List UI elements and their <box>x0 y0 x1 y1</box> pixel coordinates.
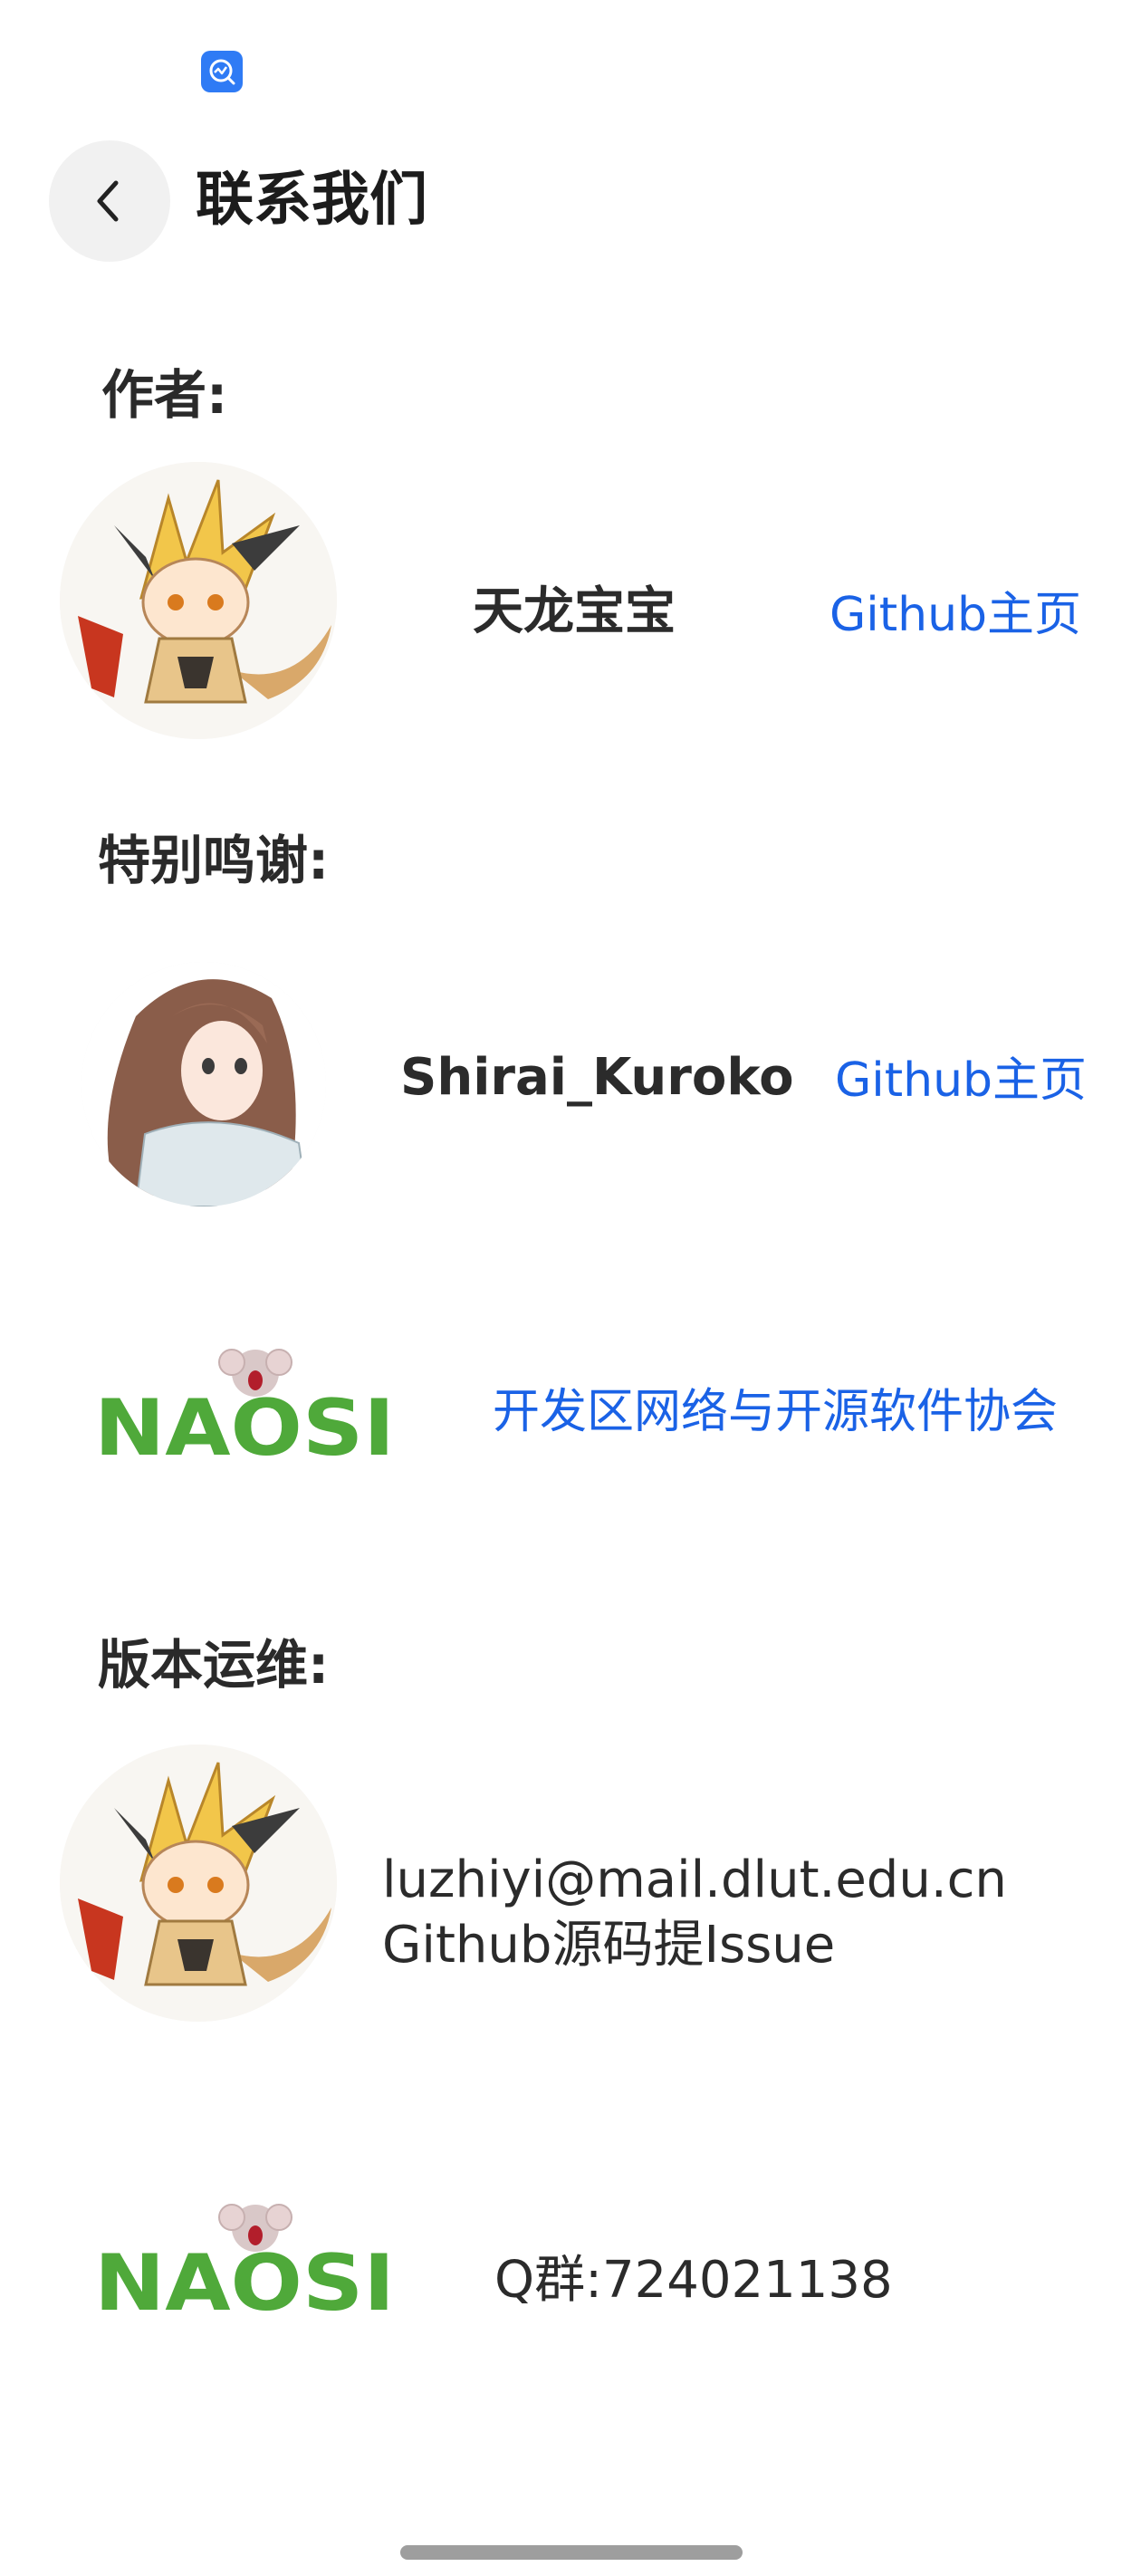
maintainer-email: luzhiyi@mail.dlut.edu.cn <box>382 1850 1007 1909</box>
naosi-logo-2: NAOSI <box>94 2192 402 2329</box>
author-heading: 作者: <box>101 364 228 426</box>
page-title: 联系我们 <box>196 167 427 234</box>
author-avatar <box>60 462 337 739</box>
home-indicator[interactable] <box>400 2545 743 2560</box>
maintenance-heading: 版本运维: <box>98 1634 330 1696</box>
back-button[interactable] <box>49 140 170 262</box>
activity-monitor-icon <box>201 51 243 92</box>
author-github-link[interactable]: Github主页 <box>829 583 1081 647</box>
contributor-name: Shirai_Kuroko <box>400 1048 794 1107</box>
issue-text: Github源码提Issue <box>382 1916 836 1975</box>
thanks-heading: 特别鸣谢: <box>98 830 330 891</box>
contributor-github-link[interactable]: Github主页 <box>835 1049 1087 1112</box>
naosi-logo-text: NAOSI <box>94 1383 395 1473</box>
naosi-logo: NAOSI <box>94 1337 402 1474</box>
qq-group: Q群:724021138 <box>494 2251 893 2310</box>
naosi-link[interactable]: 开发区网络与开源软件协会 <box>493 1380 1058 1444</box>
maintainer-avatar <box>60 1745 337 2022</box>
naosi-logo-text-2: NAOSI <box>94 2238 395 2328</box>
chevron-left-icon <box>97 180 119 222</box>
author-name: 天龙宝宝 <box>473 582 676 641</box>
contributor-avatar <box>82 962 326 1206</box>
